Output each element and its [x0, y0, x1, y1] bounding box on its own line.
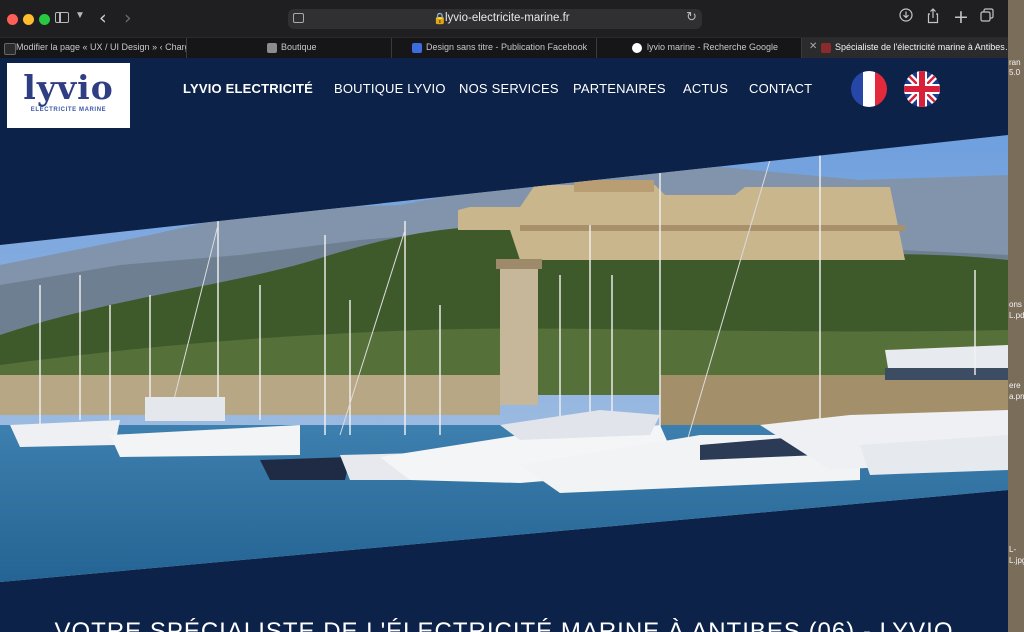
desktop-file-label[interactable]: ran — [1009, 58, 1021, 67]
page-heading: VOTRE SPÉCIALISTE DE L'ÉLECTRICITÉ MARIN… — [54, 618, 954, 632]
tab-favicon-icon — [4, 43, 16, 55]
download-icon[interactable] — [899, 8, 913, 26]
uk-flag-icon[interactable] — [904, 71, 940, 107]
tab-modifier-page[interactable]: Modifier la page « UX / UI Design » ‹ Ch… — [0, 38, 187, 59]
desktop-file-label[interactable]: 5.0 — [1009, 68, 1020, 77]
google-icon — [632, 43, 642, 53]
website: lyvio ELECTRICITE MARINE LYVIO ELECTRICI… — [0, 58, 1008, 632]
forward-arrow-icon[interactable]: › — [124, 7, 132, 29]
tab-boutique[interactable]: Boutique — [187, 38, 392, 59]
logo-wordmark: lyvio — [23, 68, 114, 107]
nav-lyvio-electricite[interactable]: LYVIO ELECTRICITÉ — [183, 81, 313, 96]
close-window-button[interactable] — [7, 14, 18, 25]
chevron-down-icon[interactable]: ▼ — [75, 10, 85, 21]
tab-lyvio-active[interactable]: ✕ Spécialiste de l'électricité marine à … — [802, 38, 1008, 59]
fr-flag-icon[interactable] — [851, 71, 887, 107]
desktop-file-label[interactable]: ons — [1009, 300, 1022, 309]
page-menu-icon[interactable] — [293, 13, 304, 23]
desktop-file-label[interactable]: a.pn — [1009, 392, 1024, 401]
back-arrow-icon[interactable]: ‹ — [99, 7, 107, 29]
hero-harbor-image — [0, 135, 1008, 582]
site-logo[interactable]: lyvio ELECTRICITE MARINE — [7, 63, 130, 128]
minimize-window-button[interactable] — [23, 14, 34, 25]
tab-label: Design sans titre - Publication Facebook — [426, 42, 588, 52]
tab-google-search[interactable]: lyvio marine - Recherche Google — [597, 38, 802, 59]
new-tab-icon[interactable]: + — [953, 6, 969, 28]
sidebar-toggle-icon[interactable] — [55, 12, 69, 23]
tab-overview-icon[interactable] — [980, 8, 994, 26]
tab-favicon-icon — [821, 43, 831, 53]
logo-tagline: ELECTRICITE MARINE — [30, 107, 107, 113]
tab-label: lyvio marine - Recherche Google — [647, 42, 779, 52]
tab-label: Boutique — [281, 42, 317, 52]
address-url[interactable]: lyvio-electricite-marine.fr — [445, 12, 570, 24]
tab-design-sans-titre[interactable]: Design sans titre - Publication Facebook — [392, 38, 597, 59]
desktop-file-label[interactable]: ere — [1009, 381, 1021, 390]
nav-actus[interactable]: ACTUS — [683, 81, 728, 96]
tab-favicon-icon — [267, 43, 277, 53]
share-icon[interactable] — [926, 8, 940, 28]
nav-services[interactable]: NOS SERVICES — [459, 81, 559, 96]
nav-partenaires[interactable]: PARTENAIRES — [573, 81, 666, 96]
tab-bar: Modifier la page « UX / UI Design » ‹ Ch… — [0, 37, 1008, 59]
desktop-file-label[interactable]: L.pd — [1009, 311, 1024, 320]
browser-toolbar: ▼ ‹ › 🔒 lyvio-electricite-marine.fr ↻ + — [0, 0, 1008, 37]
tab-label: Spécialiste de l'électricité marine à An… — [835, 42, 1008, 52]
reload-icon[interactable]: ↻ — [686, 10, 697, 25]
nav-boutique[interactable]: BOUTIQUE LYVIO — [334, 81, 446, 96]
tab-label: Modifier la page « UX / UI Design » ‹ Ch… — [16, 42, 187, 52]
address-bar[interactable]: 🔒 lyvio-electricite-marine.fr ↻ — [288, 9, 702, 29]
desktop-background: ran 5.0 ons L.pd ere a.pn L- L.jpg — [1008, 0, 1024, 632]
nav-contact[interactable]: CONTACT — [749, 81, 812, 96]
tab-favicon-icon — [412, 43, 422, 53]
desktop-file-label[interactable]: L- — [1009, 545, 1016, 554]
zoom-window-button[interactable] — [39, 14, 50, 25]
desktop-file-label[interactable]: L.jpg — [1009, 556, 1024, 565]
close-tab-icon[interactable]: ✕ — [809, 41, 817, 52]
